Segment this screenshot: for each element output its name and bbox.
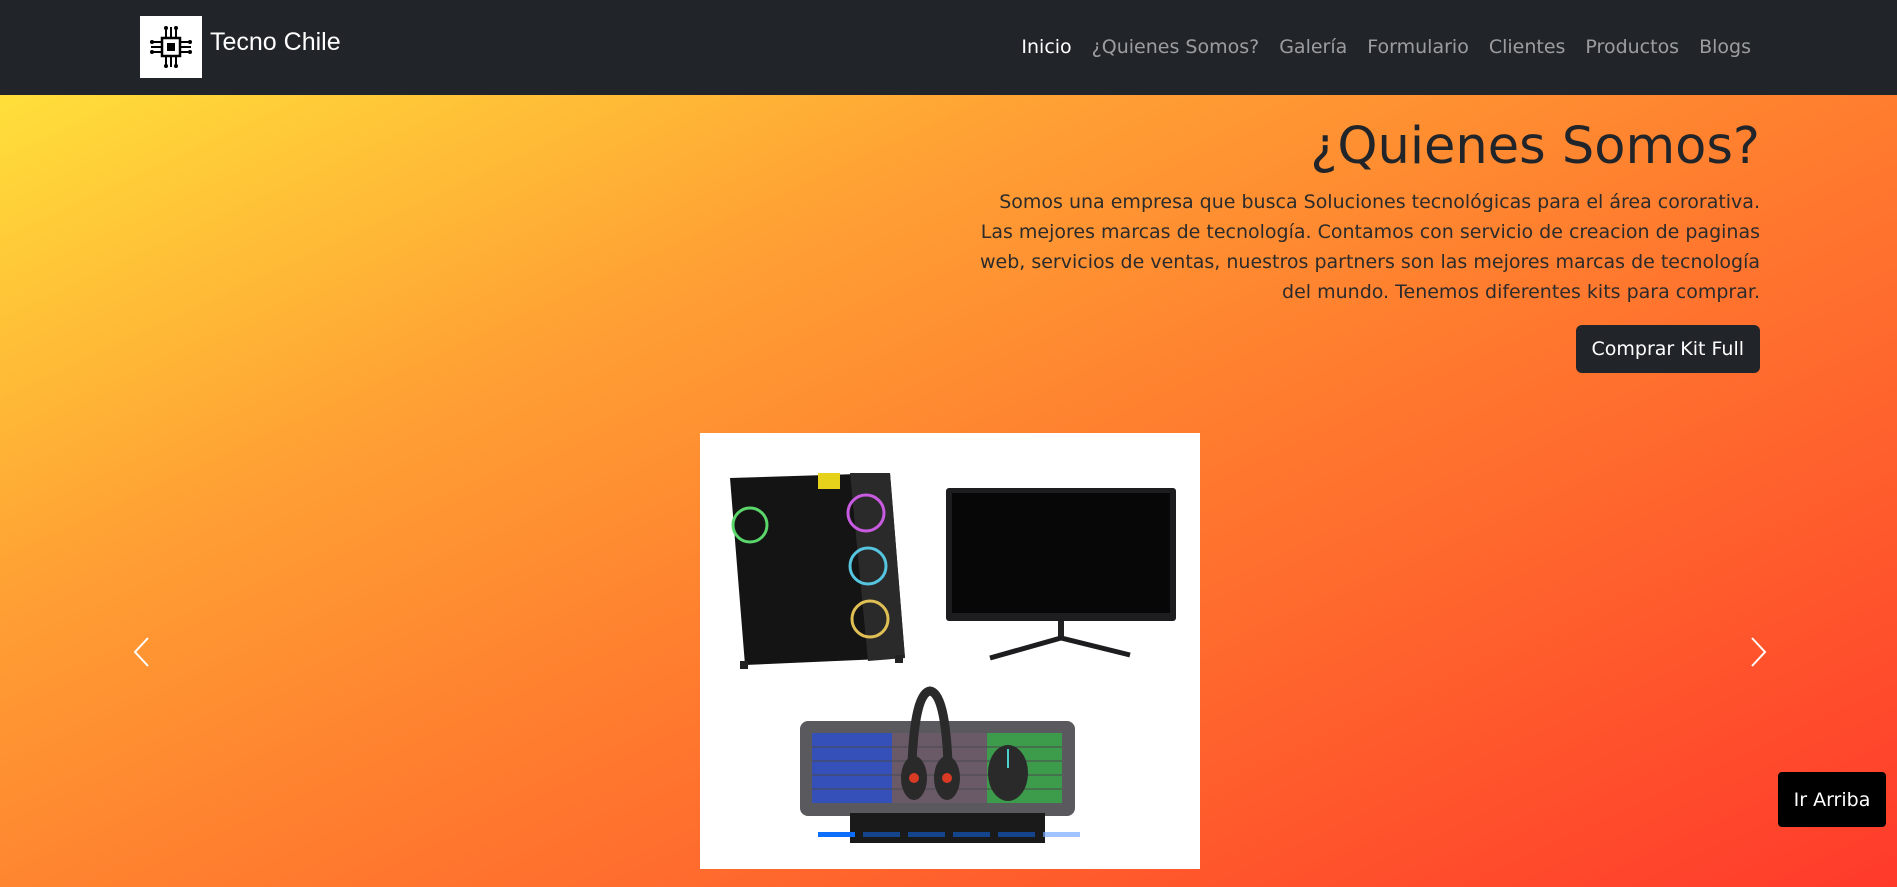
nav-link-blogs[interactable]: Blogs <box>1699 36 1751 58</box>
carousel-prev-button[interactable] <box>128 632 158 672</box>
nav-link-galeria[interactable]: Galería <box>1279 36 1347 58</box>
nav-link-productos[interactable]: Productos <box>1585 36 1679 58</box>
navbar: Tecno Chile Inicio ¿Quienes Somos? Galer… <box>0 0 1897 95</box>
nav-link-formulario[interactable]: Formulario <box>1367 36 1469 58</box>
circuit-chip-icon <box>140 16 202 78</box>
brand-link[interactable]: Tecno Chile <box>140 16 341 78</box>
pc-tower-image <box>730 473 905 669</box>
mouse-image <box>988 745 1028 801</box>
brand-name: Tecno Chile <box>210 27 341 56</box>
hero-description: Somos una empresa que busca Soluciones t… <box>979 191 1760 303</box>
carousel-indicator[interactable] <box>953 832 990 837</box>
chevron-left-icon <box>133 637 149 667</box>
carousel-indicator[interactable] <box>818 832 855 837</box>
chevron-right-icon <box>1751 637 1767 667</box>
carousel-next-button[interactable] <box>1742 632 1772 672</box>
nav-link-clientes[interactable]: Clientes <box>1489 36 1566 58</box>
scroll-to-top-button[interactable]: Ir Arriba <box>1778 772 1886 827</box>
monitor-image <box>946 488 1176 661</box>
buy-kit-button[interactable]: Comprar Kit Full <box>1575 325 1760 373</box>
carousel-slide-image <box>700 433 1200 869</box>
nav-link-quienes-somos[interactable]: ¿Quienes Somos? <box>1092 36 1260 58</box>
carousel-indicator[interactable] <box>1043 832 1080 837</box>
carousel-indicator[interactable] <box>863 832 900 837</box>
nav-links: Inicio ¿Quienes Somos? Galería Formulari… <box>1021 36 1751 58</box>
hero-title: ¿Quienes Somos? <box>1310 117 1760 176</box>
carousel-indicator[interactable] <box>908 832 945 837</box>
carousel-indicator[interactable] <box>998 832 1035 837</box>
nav-link-inicio[interactable]: Inicio <box>1021 36 1071 58</box>
carousel-indicators <box>818 832 1080 837</box>
